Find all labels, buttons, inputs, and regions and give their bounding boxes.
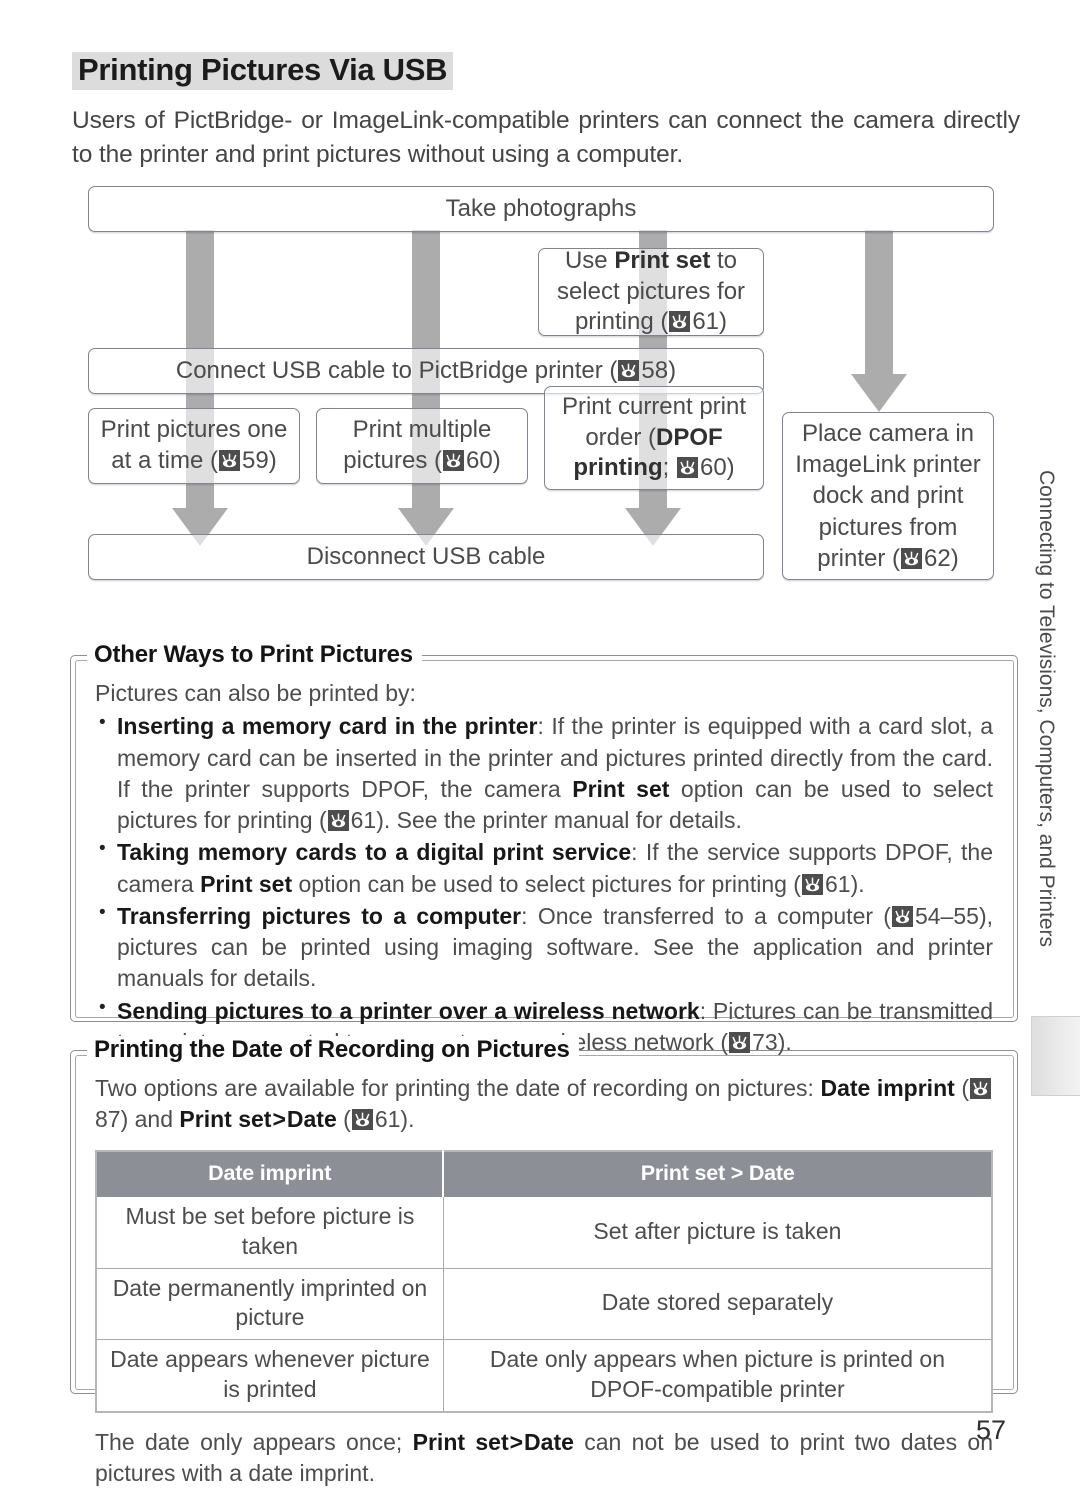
table-row: Must be set before picture is taken Set … <box>95 1195 993 1269</box>
chapter-side-tab: Connecting to Televisions, Computers, an… <box>1035 470 1058 948</box>
date-lead-bold3: Date <box>286 1106 337 1133</box>
date-lead-e: ). <box>400 1106 415 1133</box>
other-ways-bullet-list: Inserting a memory card in the printer : … <box>95 710 993 1058</box>
connect-usb-page: 58 <box>641 356 669 384</box>
date-lead-page1: 87 <box>95 1106 121 1133</box>
flow-box-take-photographs: Take photographs <box>88 186 994 232</box>
note-printing-date-body: Two options are available for printing t… <box>71 1051 1017 1504</box>
page-reference-eye-icon <box>801 873 823 895</box>
flow-box-print-multiple: Print multiple pictures (60) <box>316 408 528 484</box>
page-reference-eye-icon <box>219 450 240 471</box>
bullet-3-bold: Sending pictures to a printer over a wir… <box>117 997 700 1024</box>
bullet-2-page: 54–55 <box>914 902 979 929</box>
bullet-1-text-c: ). <box>850 870 865 897</box>
flow-box-use-print-set: Use Print set to select pictures for pri… <box>538 246 764 336</box>
page-reference-eye-icon <box>729 1031 751 1053</box>
note-printing-date-lead: Two options are available for printing t… <box>95 1073 993 1136</box>
bullet-digital-print-service: Taking memory cards to a digital print s… <box>95 836 993 900</box>
page-reference-eye-icon <box>891 905 913 927</box>
footnote-a: The date only appears once; <box>95 1429 413 1456</box>
table-row: Date permanently imprinted on picture Da… <box>95 1267 993 1341</box>
bullet-inserting-memory-card: Inserting a memory card in the printer: … <box>95 710 993 836</box>
page-reference-eye-icon <box>351 1109 373 1131</box>
page-reference-eye-icon <box>669 311 691 333</box>
note-printing-date-title: Printing the Date of Recording on Pictur… <box>87 1036 579 1064</box>
imagelink-pre: Place camera in ImageLink printer dock a… <box>795 420 981 572</box>
table-cell-r0c0: Must be set before picture is taken <box>95 1195 444 1269</box>
flow-box-disconnect-usb: Disconnect USB cable <box>88 534 764 580</box>
page-reference-eye-icon <box>327 810 349 832</box>
table-header-print-set-date: Print set > Date <box>442 1150 993 1197</box>
bullet-0-page: 61 <box>350 807 377 834</box>
dpof-page: 60 <box>699 454 727 482</box>
connect-usb-pre: Connect USB cable to PictBridge printer … <box>175 356 618 384</box>
bullet-1-text-b: option can be used to select pictures fo… <box>292 870 801 897</box>
note-other-ways-lead: Pictures can also be printed by: <box>95 680 416 706</box>
table-header-row: Date imprint Print set > Date <box>95 1150 993 1197</box>
note-printing-date: Printing the Date of Recording on Pictur… <box>70 1036 1018 1486</box>
note-other-ways-body: Pictures can also be printed by: Inserti… <box>71 656 1017 1073</box>
flow-box-take-photographs-label: Take photographs <box>445 194 637 222</box>
page-edge-marker <box>1031 1016 1080 1096</box>
footnote-bold1: Print set <box>412 1429 509 1456</box>
dpof-mid: ; <box>662 454 676 482</box>
flow-box-imagelink-dock: Place camera in ImageLink printer dock a… <box>782 412 994 580</box>
date-comparison-table: Date imprint Print set > Date Must be se… <box>95 1149 993 1414</box>
date-lead-d: ( <box>336 1106 351 1133</box>
use-print-set-pre: Use <box>564 246 615 274</box>
table-cell-r2c1: Date only appears when picture is printe… <box>442 1339 993 1413</box>
bullet-1-bold: Taking memory cards to a digital print s… <box>117 839 632 866</box>
bullet-0-text-c: ). See the printer manual for details. <box>376 807 742 834</box>
table-cell-r0c1: Set after picture is taken <box>442 1195 993 1269</box>
note-printing-date-footnote: The date only appears once; Print set>Da… <box>95 1427 993 1490</box>
date-lead-bold1: Date imprint <box>820 1075 955 1101</box>
table-cell-r2c0: Date appears whenever picture is printed <box>95 1339 444 1413</box>
page-title: Printing Pictures Via USB <box>72 52 454 90</box>
use-print-set-bold: Print set <box>614 246 711 274</box>
bullet-0-bold: Inserting a memory card in the printer <box>117 713 538 740</box>
bullet-1-bold2: Print set <box>200 870 293 897</box>
bullet-transferring-to-computer: Transferring pictures to a computer: Onc… <box>95 900 993 995</box>
table-header-date-imprint: Date imprint <box>95 1150 444 1197</box>
flow-box-disconnect-usb-label: Disconnect USB cable <box>306 542 546 570</box>
imagelink-page: 62 <box>923 544 951 572</box>
footnote-bold2: Date <box>524 1429 574 1456</box>
print-one-page: 59 <box>242 447 269 474</box>
date-lead-page2: 61 <box>374 1106 401 1133</box>
date-lead-gt: > <box>272 1106 286 1133</box>
note-other-ways-to-print: Other Ways to Print Pictures Pictures ca… <box>70 641 1018 1055</box>
date-lead-b: ( <box>954 1075 969 1101</box>
table-row: Date appears whenever picture is printed… <box>95 1339 993 1413</box>
table-cell-r1c1: Date stored separately <box>442 1267 993 1341</box>
bullet-2-bold: Transferring pictures to a computer <box>117 902 522 929</box>
footnote-gt: > <box>509 1429 524 1456</box>
page-reference-eye-icon <box>618 359 640 381</box>
intro-paragraph: Users of PictBridge- or ImageLink-compat… <box>72 107 1020 168</box>
note-other-ways-title: Other Ways to Print Pictures <box>87 641 422 669</box>
page-reference-eye-icon <box>676 457 698 479</box>
date-comparison-table-wrapper: Date imprint Print set > Date Must be se… <box>95 1149 993 1414</box>
use-print-set-page: 61 <box>692 308 720 336</box>
bullet-1-page: 61 <box>824 870 851 897</box>
page-reference-eye-icon <box>970 1078 991 1099</box>
date-lead-bold2: Print set <box>179 1106 272 1133</box>
flow-arrow-imagelink <box>851 230 907 412</box>
flow-box-dpof-printing: Print current print order (DPOF printing… <box>544 386 764 490</box>
print-multiple-page: 60 <box>466 447 493 474</box>
page-reference-eye-icon <box>900 547 922 569</box>
date-lead-c: ) and <box>120 1106 180 1133</box>
flow-box-print-one-at-a-time: Print pictures one at a time (59) <box>88 408 300 484</box>
bullet-0-bold2: Print set <box>572 775 670 802</box>
table-cell-r1c0: Date permanently imprinted on picture <box>95 1267 444 1341</box>
bullet-2-text-a: : Once transferred to a computer ( <box>521 902 891 929</box>
date-lead-a: Two options are available for printing t… <box>95 1075 821 1101</box>
usb-printing-flowchart: Take photographs Use Print set to select… <box>88 186 994 586</box>
page-reference-eye-icon <box>443 450 464 471</box>
